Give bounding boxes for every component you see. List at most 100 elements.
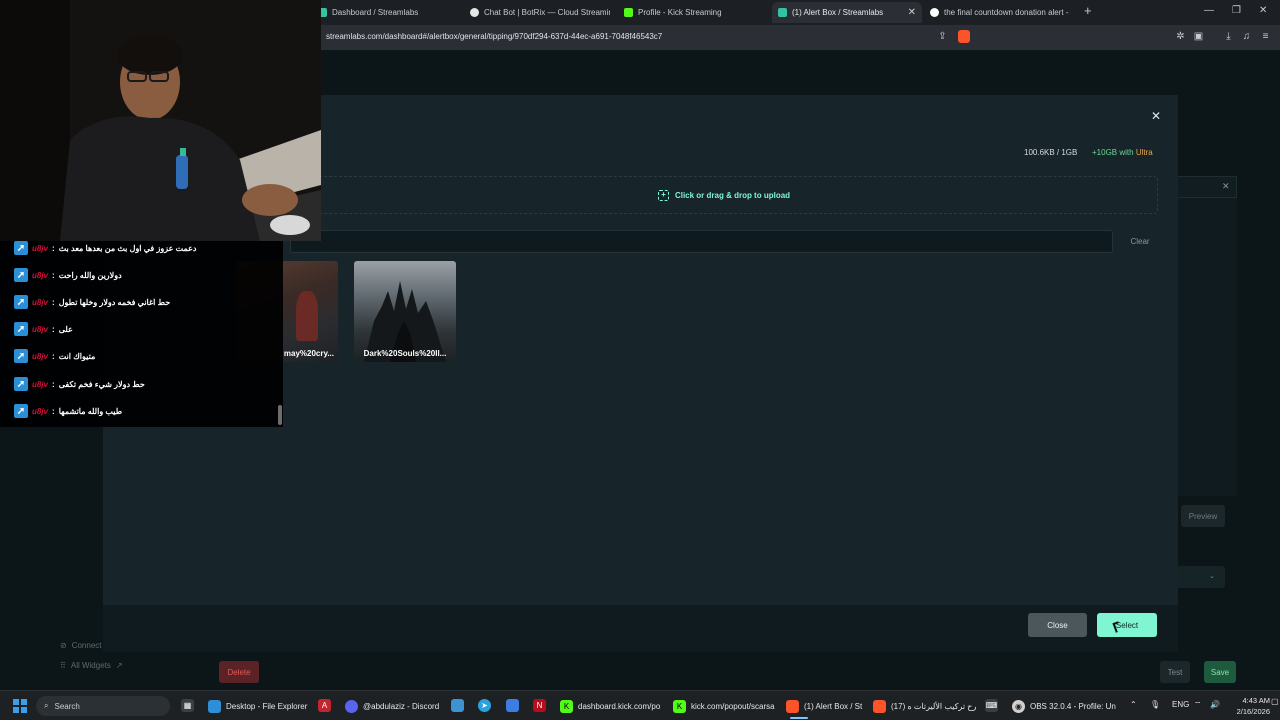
preview-panel: ✕ Preview ⌄ [1177, 176, 1237, 636]
wifi-icon[interactable]: ⌔ [1194, 700, 1202, 710]
panel-body [1177, 198, 1237, 496]
taskbar-item-file-explorer[interactable]: Desktop - File Explorer [208, 698, 308, 714]
panel-close-icon[interactable]: ✕ [1222, 181, 1230, 192]
chat-text: دولارين والله راحت [58, 270, 122, 280]
menu-icon[interactable]: ≡ [1260, 31, 1271, 42]
taskbar-label: @abdulaziz - Discord [363, 701, 440, 711]
link-icon: ⊘ [60, 641, 67, 650]
sidebar-item-label: All Widgets [70, 661, 111, 670]
url-field[interactable]: streamlabs.com/dashboard#/alertbox/gener… [326, 32, 662, 41]
save-button[interactable]: Save [1204, 661, 1236, 683]
new-tab-button[interactable]: + [1084, 3, 1092, 18]
castle-silhouette [364, 281, 446, 362]
volume-icon[interactable]: 🔊 [1210, 700, 1220, 709]
chat-message: ➚ u8jv : على [14, 321, 73, 337]
taskbar-label: (1) Alert Box / St [804, 701, 863, 711]
chat-username: u8jv [32, 297, 49, 307]
upload-label: Click or drag & drop to upload [674, 190, 791, 200]
panel-header: ✕ [1177, 176, 1237, 198]
tab-label: (1) Alert Box / Streamlabs [792, 8, 884, 17]
clear-button[interactable]: Clear [1122, 230, 1158, 253]
kick-badge-icon: ➚ [14, 295, 28, 309]
storage-usage: 100.6KB / 1GB [1024, 148, 1078, 157]
taskbar-language[interactable]: ENG [1172, 700, 1189, 709]
preview-button[interactable]: Preview [1181, 505, 1225, 527]
close-window-icon[interactable]: ✕ [1259, 5, 1267, 16]
taskbar-item-brave-video[interactable]: (17) شرح تركيب الأليرتات ه [873, 698, 976, 714]
kick-badge-icon: ➚ [14, 268, 28, 282]
modal-close-icon[interactable]: ✕ [1151, 109, 1161, 123]
share-icon[interactable]: ⇪ [937, 31, 948, 42]
kick-badge-icon: ➚ [14, 322, 28, 336]
kick-badge-icon: ➚ [14, 377, 28, 391]
taskbar-item-discord[interactable]: @abdulaziz - Discord [345, 698, 440, 714]
windows-taskbar: ⌕ Search ▦ Desktop - File Explorer A @ab… [0, 690, 1280, 720]
tab-label: the final countdown donation alert - [944, 8, 1069, 17]
upload-icon: + [657, 189, 669, 201]
clock-date: 2/16/2026 [1236, 707, 1270, 716]
chat-message: ➚ u8jv : دعمت عزوز في اول بث من بعدها مع… [14, 240, 196, 256]
extensions-icon[interactable]: ✲ [1175, 31, 1186, 42]
taskbar-item-kick-dashboard[interactable]: K dashboard.kick.com/po [560, 698, 663, 714]
copilot-icon[interactable] [506, 699, 519, 712]
modal-footer [103, 605, 1178, 652]
close-tab-icon[interactable]: ✕ [908, 7, 916, 18]
chat-separator: : [52, 243, 55, 253]
chevron-up-icon[interactable]: ⌃ [1130, 700, 1137, 709]
system-clock[interactable]: 4:43 AM 2/16/2026 [1222, 695, 1270, 717]
kick-icon: K [560, 699, 573, 713]
task-view-icon[interactable]: ▦ [181, 699, 194, 712]
tab-botrix[interactable]: Chat Bot | BotRix — Cloud Streaming [470, 2, 610, 23]
chat-scrollbar[interactable] [278, 405, 282, 425]
chat-username: u8jv [32, 406, 49, 416]
sidebar-item-all-widgets[interactable]: ⠿ All Widgets ↗ [60, 661, 123, 670]
delete-button[interactable]: Delete [219, 661, 259, 683]
tab-google-search[interactable]: the final countdown donation alert - [930, 2, 1070, 23]
media-icon[interactable]: ♫ [1241, 31, 1252, 42]
sidebar-icon[interactable]: ▣ [1193, 31, 1204, 42]
chat-separator: : [52, 406, 55, 416]
photos-icon[interactable] [451, 699, 464, 712]
chat-text: دعمت عزوز في اول بث من بعدها معد بث [58, 243, 197, 253]
taskbar-item-alert-box[interactable]: (1) Alert Box / St [786, 698, 866, 719]
taskbar-item-obs[interactable]: ◉ OBS 32.0.4 - Profile: Unt [1012, 698, 1116, 714]
thumbnail-figure [296, 291, 318, 341]
tab-dashboard[interactable]: Dashboard / Streamlabs [318, 2, 466, 23]
notification-icon[interactable]: ▢ [1271, 697, 1279, 706]
maximize-icon[interactable]: ❐ [1232, 5, 1241, 16]
test-button[interactable]: Test [1160, 661, 1190, 683]
media-thumbnail[interactable]: Dark%20Souls%20Il... [354, 261, 456, 362]
brave-shield-icon[interactable] [958, 30, 970, 43]
upload-dropzone[interactable]: + Click or drag & drop to upload [290, 176, 1158, 214]
panel-dropdown[interactable]: ⌄ [1177, 566, 1225, 588]
obs-icon: ◉ [1012, 699, 1025, 713]
chat-separator: : [52, 351, 55, 361]
chat-separator: : [52, 297, 55, 307]
media-search-input[interactable] [290, 230, 1113, 253]
chat-separator: : [52, 270, 55, 280]
folder-icon [208, 699, 221, 713]
taskbar-label: OBS 32.0.4 - Profile: Unt [1030, 701, 1116, 711]
tab-kick-profile[interactable]: Profile - Kick Streaming [624, 2, 764, 23]
select-button[interactable]: Select [1097, 613, 1157, 637]
chat-username: u8jv [32, 324, 49, 334]
microphone-icon[interactable]: 🎙 [1150, 700, 1160, 709]
minimize-icon[interactable]: — [1204, 5, 1214, 16]
download-icon[interactable]: ⤓ [1223, 31, 1234, 42]
taskbar-search[interactable]: ⌕ Search [36, 696, 170, 716]
chat-username: u8jv [32, 270, 49, 280]
close-button[interactable]: Close [1028, 613, 1087, 637]
keyboard-icon[interactable]: ⌨ [985, 699, 998, 712]
brave-icon [873, 699, 886, 713]
taskbar-item-kick-popout[interactable]: K kick.com/popout/scarsa [673, 698, 777, 714]
telegram-icon[interactable]: ➤ [478, 699, 491, 712]
chat-message: ➚ u8jv : طيب والله ماتشمها [14, 403, 122, 419]
ultra-upsell-link[interactable]: +10GB with Ultra [1092, 148, 1153, 157]
windows-start-icon[interactable] [13, 699, 27, 713]
tab-alert-box[interactable]: (1) Alert Box / Streamlabs ✕ [772, 2, 922, 23]
chat-text: متيواك انت [58, 351, 96, 361]
search-icon: ⌕ [44, 701, 49, 710]
app-icon[interactable]: A [318, 699, 331, 712]
chat-message: ➚ u8jv : حط اغاني فخمه دولار وخلها تطول [14, 294, 170, 310]
netflix-icon[interactable]: N [533, 699, 546, 712]
